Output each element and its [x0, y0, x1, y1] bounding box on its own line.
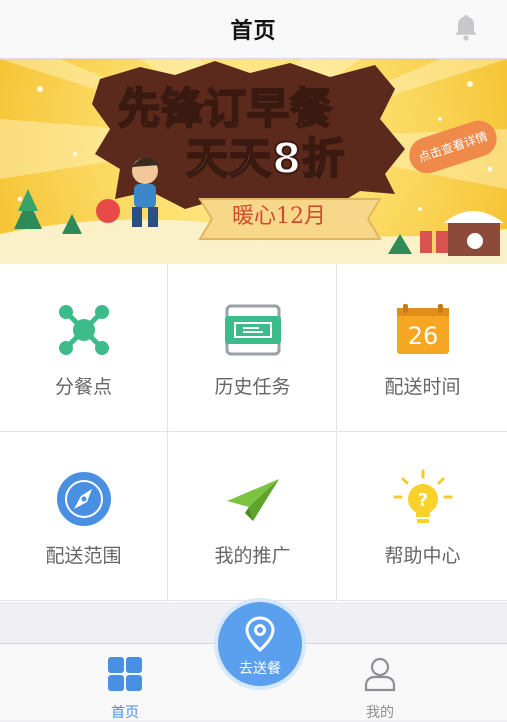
tab-mine-label: 我的 [366, 705, 394, 721]
banner-headline-2: 天天8折 [185, 133, 346, 184]
calendar-icon: 26 [396, 304, 449, 354]
banner-subtitle: 暖心12月 [232, 204, 326, 229]
page-title: 首页 [230, 19, 277, 44]
promo-banner[interactable]: 先锋订早餐 天天8折 暖心12月 点击查看详情 [0, 59, 507, 264]
grid-item-label: 配送范围 [45, 545, 122, 567]
paper-plane-icon [226, 479, 279, 521]
compass-icon [56, 472, 111, 526]
svg-text:?: ? [417, 490, 427, 511]
top-nav-bar: 首页 [0, 0, 507, 59]
grid-item-pickup-points[interactable]: 分餐点 [0, 264, 168, 432]
grid-item-delivery-range[interactable]: 配送范围 [0, 433, 168, 601]
grid-item-label: 帮助中心 [384, 545, 461, 567]
grid-item-label: 分餐点 [54, 376, 112, 398]
grid-home-icon [108, 657, 142, 691]
grid-item-label: 配送时间 [384, 376, 461, 398]
grid-item-help-center[interactable]: ? 帮助中心 [338, 433, 507, 601]
grid-item-history-tasks[interactable]: 历史任务 [169, 264, 337, 432]
location-pin-icon [245, 616, 275, 652]
user-icon [364, 657, 396, 692]
molecule-icon [58, 305, 109, 355]
tab-mine[interactable]: 我的 [320, 644, 440, 721]
grid-item-my-promotion[interactable]: 我的推广 [169, 433, 337, 601]
bell-icon[interactable] [451, 12, 481, 42]
function-grid: 分餐点 历史任务 26 配送时间 配送范围 我的推广 ? 帮助中心 [0, 264, 507, 602]
history-card-icon [224, 304, 281, 356]
go-deliver-label: 去送餐 [239, 661, 281, 677]
calendar-day: 26 [407, 322, 438, 350]
tab-home-label: 首页 [111, 705, 139, 721]
grid-item-label: 我的推广 [214, 545, 291, 567]
grid-item-delivery-time[interactable]: 26 配送时间 [338, 264, 507, 432]
go-deliver-button[interactable]: 去送餐 [214, 598, 306, 690]
grid-item-label: 历史任务 [214, 376, 291, 398]
lightbulb-icon: ? [393, 469, 452, 523]
tab-home[interactable]: 首页 [65, 644, 185, 721]
